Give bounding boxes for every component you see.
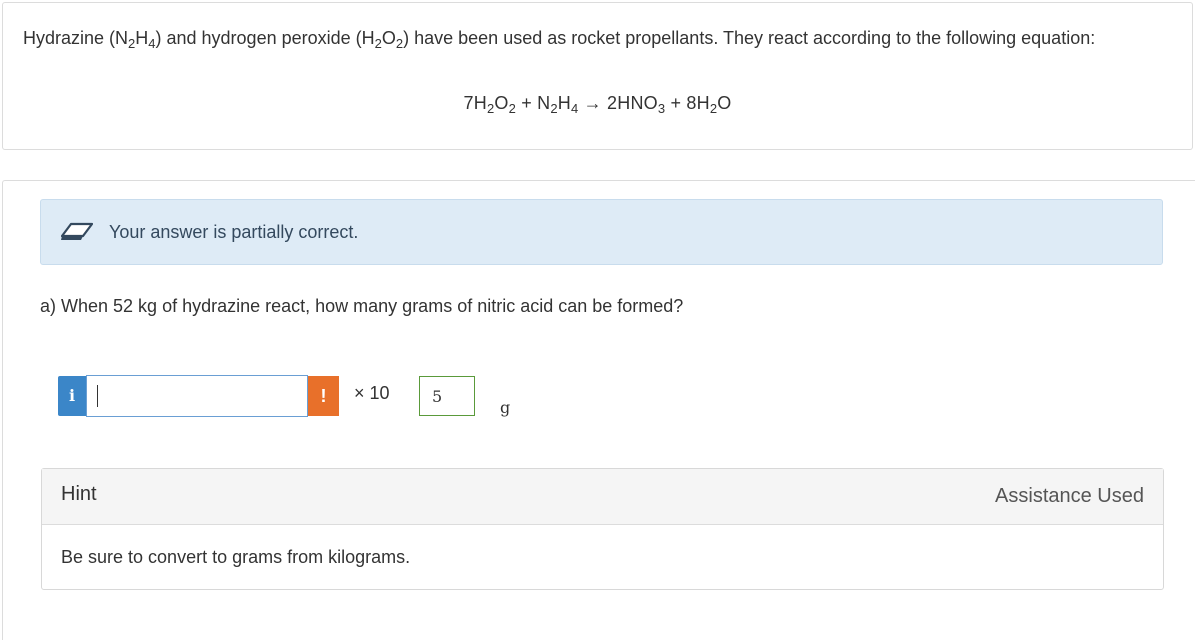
feedback-message: Your answer is partially correct. — [109, 222, 359, 242]
part-a-question: a) When 52 kg of hydrazine react, how ma… — [40, 296, 684, 316]
multiplier-label: × 10 — [354, 383, 390, 403]
info-icon[interactable]: i — [58, 376, 86, 416]
warning-icon[interactable]: ! — [308, 376, 339, 416]
hint-title[interactable]: Hint — [61, 483, 97, 506]
hint-body: Be sure to convert to grams from kilogra… — [61, 547, 411, 567]
answer-input[interactable] — [86, 375, 308, 417]
reaction-equation: 7H2O2 + N2H4 → 2HNO3 + 8H2O — [463, 93, 732, 116]
question-card: Hydrazine (N2H4) and hydrogen peroxide (… — [2, 2, 1193, 150]
assistance-used-label: Assistance Used — [995, 485, 1144, 507]
unit-label: g — [500, 398, 511, 417]
question-text: Hydrazine (N2H4) and hydrogen peroxide (… — [23, 28, 1096, 51]
text-cursor — [97, 385, 98, 407]
hint-header[interactable]: Hint Assistance Used — [42, 469, 1163, 525]
exponent-input[interactable] — [419, 376, 475, 416]
pencil-icon — [61, 222, 93, 240]
hint-panel: Hint Assistance Used Be sure to convert … — [41, 468, 1164, 590]
feedback-banner: Your answer is partially correct. — [40, 199, 1163, 265]
